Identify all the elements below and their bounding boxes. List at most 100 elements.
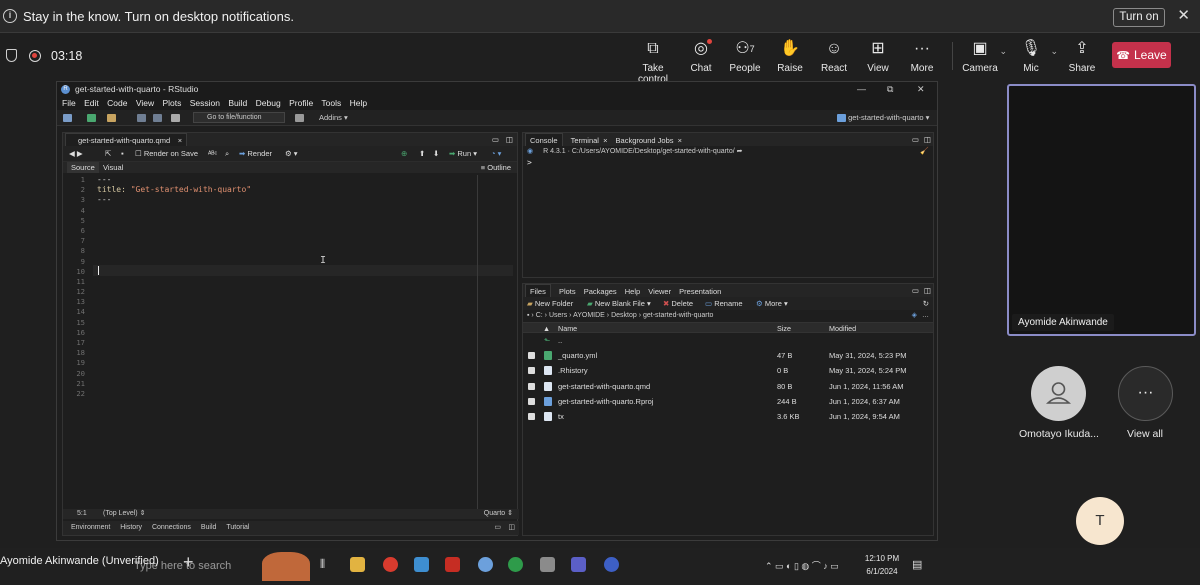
home-icon[interactable]: ▪ [527,312,529,319]
task-view-icon[interactable]: ⫴ [320,557,325,572]
delete-button[interactable]: ✖ Delete [663,297,693,310]
tab-viewer[interactable]: Viewer [648,287,671,296]
share-button[interactable]: ⇪ Share [1057,38,1107,74]
grid-icon[interactable] [295,110,304,126]
notifications-icon[interactable]: ▤ [912,558,922,571]
code-editor[interactable]: --- title: "Get-started-with-quarto" --- [97,175,477,399]
crumb-ayomide[interactable]: AYOMIDE [573,312,605,319]
tab-environment[interactable]: Environment [71,524,110,531]
new-file-icon[interactable] [63,110,72,126]
parent-link[interactable]: .. [558,333,562,348]
open-file-icon[interactable] [107,110,116,126]
view-button[interactable]: ⊞ View [853,38,903,74]
row-checkbox[interactable] [528,382,535,390]
close-icon[interactable]: × [603,136,607,145]
parent-directory-row[interactable]: ⬑ .. [523,333,933,348]
console-prompt[interactable]: > [523,158,933,167]
file-name[interactable]: get-started-with-quarto.qmd [558,379,650,394]
rstudio-taskbar-icon[interactable] [478,557,493,572]
publish-icon[interactable]: ◔ ▾ [491,146,501,162]
row-checkbox[interactable] [528,352,535,360]
clear-console-icon[interactable]: 🧹 [920,146,929,158]
menu-edit[interactable]: Edit [84,98,99,108]
weather-icon[interactable] [262,552,310,581]
maximize-pane-icon[interactable]: ◫ [924,284,931,297]
participant-avatar[interactable] [1031,366,1086,421]
pdf-reader-icon[interactable] [445,557,460,572]
menu-profile[interactable]: Profile [289,98,313,108]
plus-icon[interactable]: + [183,552,194,573]
goto-file-input[interactable]: Go to file/function [193,112,285,123]
leave-button[interactable]: ☎ Leave [1112,42,1171,68]
rename-button[interactable]: ▭ Rename [705,297,743,310]
react-button[interactable]: ☺ React [809,38,859,74]
menu-file[interactable]: File [62,98,76,108]
maximize-pane-icon[interactable]: ◫ [924,133,931,146]
crumb-desktop[interactable]: Desktop [611,312,637,319]
file-name[interactable]: _quarto.yml [558,348,597,363]
camera-button[interactable]: ▣ ⌄ Camera [955,38,1007,74]
new-folder-button[interactable]: ▰ New Folder [527,297,573,310]
tab-background-jobs[interactable]: Background Jobs [616,136,674,145]
source-mode-button[interactable]: Source [67,162,99,173]
menu-tools[interactable]: Tools [321,98,341,108]
table-row[interactable]: tx 3.6 KB Jun 1, 2024, 9:54 AM [523,409,933,424]
more-button[interactable]: ··· More [897,38,947,74]
crumb-users[interactable]: Users [549,312,567,319]
up-arrow-icon[interactable]: ⬆ [419,146,425,162]
participant-initial-avatar[interactable]: T [1076,497,1124,545]
project-menu[interactable]: get-started-with-quarto ▾ [837,110,929,126]
minimize-pane-icon[interactable]: ▭ [492,133,499,146]
minimize-icon[interactable]: — [857,82,866,97]
save-all-icon[interactable] [153,110,162,126]
tab-connections[interactable]: Connections [152,524,191,531]
table-row[interactable]: get-started-with-quarto.qmd 80 B Jun 1, … [523,379,933,394]
crumb-project[interactable]: get-started-with-quarto [643,312,713,319]
menu-debug[interactable]: Debug [256,98,281,108]
render-on-save-checkbox[interactable]: ☐ Render on Save [135,146,198,162]
tab-files[interactable]: Files [525,284,551,297]
tab-history[interactable]: History [120,524,142,531]
chrome-icon[interactable] [508,557,523,572]
row-checkbox[interactable] [528,367,535,375]
chat-button[interactable]: ◎ Chat [676,38,726,74]
save-icon[interactable] [137,110,146,126]
back-icon[interactable]: ◀ ▶ [69,146,83,162]
tray-icons[interactable]: ⌃ ▭ ◐ ▯ ◍ ⌒ ♪ ▭ [765,559,839,572]
settings-gear-icon[interactable]: ⚙ ▾ [285,146,298,162]
minimize-pane-icon[interactable]: ▭ [912,284,919,297]
print-icon[interactable] [171,110,180,126]
visual-mode-button[interactable]: Visual [103,162,123,173]
tab-packages[interactable]: Packages [584,287,617,296]
close-icon[interactable]: × [678,136,682,145]
menu-build[interactable]: Build [228,98,247,108]
file-explorer-icon[interactable] [350,557,365,572]
spellcheck-icon[interactable]: ᴬᴮᶜ [208,146,217,162]
take-control-button[interactable]: ⧉ Take control [628,38,678,85]
run-button[interactable]: ➡ Run ▾ [449,146,477,162]
minimize-pane-icon[interactable]: ▭ [912,133,919,146]
minimize-pane-icon[interactable]: ▭ [494,521,501,535]
menu-code[interactable]: Code [107,98,127,108]
down-arrow-icon[interactable]: ⬇ [433,146,439,162]
scope-selector[interactable]: (Top Level) ⇕ [103,509,145,519]
tab-presentation[interactable]: Presentation [679,287,721,296]
raise-button[interactable]: ✋ Raise [765,38,815,74]
taskbar-clock[interactable]: 12:10 PM 6/1/2024 [862,552,902,578]
tab-console[interactable]: Console [525,133,563,146]
more-menu[interactable]: ⚙ More ▾ [756,297,788,310]
project-icon[interactable]: ◈ [912,310,917,322]
row-checkbox[interactable] [528,412,535,420]
menu-help[interactable]: Help [350,98,367,108]
refresh-icon[interactable]: ↻ [923,297,929,310]
save-icon[interactable]: ▪ [121,146,124,162]
insert-chunk-icon[interactable]: ⊕ [401,146,407,162]
video-tile-self[interactable]: Ayomide Akinwande [1007,84,1196,336]
turn-on-button[interactable]: Turn on [1113,8,1165,27]
close-icon[interactable]: ✕ [1177,6,1190,24]
open-project-icon[interactable] [87,110,96,126]
table-row[interactable]: .Rhistory 0 B May 31, 2024, 5:24 PM [523,363,933,378]
menu-view[interactable]: View [136,98,154,108]
app-icon[interactable] [540,557,555,572]
show-in-window-icon[interactable]: ⇱ [105,146,111,162]
